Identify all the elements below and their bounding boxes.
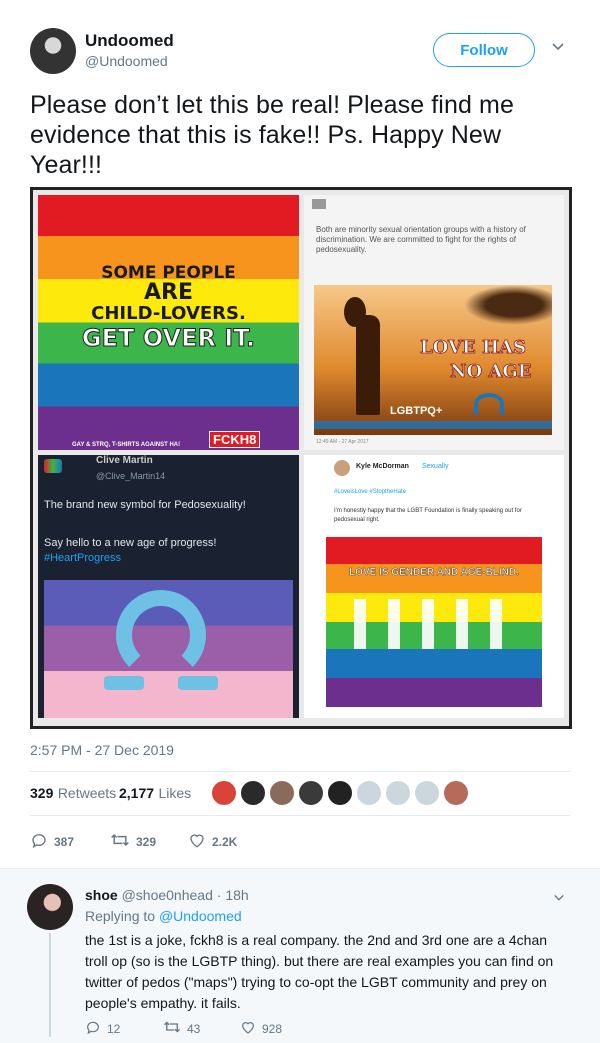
retweet-stat[interactable]: 329 Retweets — [30, 785, 116, 803]
retweet-label: Retweets — [57, 785, 117, 801]
panel1-line4: GET OVER IT. — [81, 324, 256, 353]
heart-icon — [240, 1019, 256, 1038]
reply-section: shoe @shoe0nhead · 18h Replying to @Undo… — [0, 868, 600, 1043]
panel2-text: Both are minority sexual orientation gro… — [316, 225, 526, 254]
reply-count: 387 — [54, 834, 75, 849]
liker-avatar[interactable] — [241, 781, 265, 805]
media-panel-symbol: Clive Martin @Clive_Martin14 The brand n… — [38, 455, 299, 718]
panel1-footer: GAY & STRQ, T-SHIRTS AGAINST HA! — [72, 442, 181, 448]
heart-icon — [188, 831, 206, 852]
reply-time[interactable]: · 18h — [217, 887, 249, 903]
retweet-icon — [163, 1019, 181, 1038]
retweet-action-count: 329 — [136, 834, 157, 849]
reply-retweet-count: 43 — [187, 1021, 201, 1036]
panel3-line2: Say hello to a new age of progress! — [44, 537, 217, 549]
reply-reply-count: 12 — [107, 1021, 121, 1036]
reply-like-count: 928 — [262, 1021, 283, 1036]
panel4-banner: LOVE IS GENDER AND AGE-BLIND. — [349, 567, 519, 578]
panel2-date: 12:49 AM - 27 Apr 2017 — [316, 439, 369, 445]
retweet-action[interactable]: 329 — [110, 831, 156, 852]
panel4-name: Kyle McDorman — [356, 463, 409, 470]
reply-reply-action[interactable]: 12 — [85, 1019, 120, 1038]
panel3-line1: The brand new symbol for Pedosexuality! — [44, 499, 246, 511]
panel3-name: Clive Martin — [96, 455, 153, 466]
retweet-count: 329 — [30, 785, 54, 801]
retweet-icon — [110, 831, 130, 852]
liker-avatar[interactable] — [444, 781, 468, 805]
reply-icon — [85, 1019, 101, 1038]
follow-button[interactable]: Follow — [433, 33, 535, 67]
panel3-hashtag: #HeartProgress — [44, 552, 122, 564]
liker-avatar[interactable] — [270, 781, 294, 805]
replying-to-prefix: Replying to — [85, 908, 156, 924]
media-panel-rainbow: SOME PEOPLE ARE CHILD-LOVERS. GET OVER I… — [38, 195, 299, 450]
panel4-tags: #LoveisLove #StoptheHate — [334, 489, 407, 495]
media-panel-gender-age-blind: Kyle McDorman Sexually #LoveisLove #Stop… — [304, 455, 564, 718]
panel4-sub: Sexually — [422, 463, 449, 470]
author-handle[interactable]: @Undoomed — [85, 53, 168, 69]
tweet-timestamp[interactable]: 2:57 PM - 27 Dec 2019 — [30, 742, 174, 758]
likes-label: Likes — [158, 785, 192, 801]
like-action-count: 2.2K — [212, 834, 238, 849]
tweet-text: Please don’t let this be real! Please fi… — [30, 91, 514, 179]
panel2-banner1: LOVE HAS — [420, 337, 527, 359]
panel2-tag: LGBTPQ+ — [390, 405, 443, 417]
reply-like-action[interactable]: 928 — [240, 1019, 282, 1038]
panel2-banner2: NO AGE — [450, 361, 532, 383]
panel1-line2: ARE — [144, 280, 193, 305]
liker-avatar[interactable] — [212, 781, 236, 805]
thread-line — [49, 933, 51, 1037]
reply-action[interactable]: 387 — [30, 831, 74, 852]
liker-avatars — [212, 781, 468, 805]
panel3-handle: @Clive_Martin14 — [96, 471, 166, 481]
liker-avatar[interactable] — [299, 781, 323, 805]
liker-avatar[interactable] — [357, 781, 381, 805]
panel1-line3: CHILD-LOVERS. — [91, 303, 246, 324]
reply-icon — [30, 831, 48, 852]
liker-avatar[interactable] — [386, 781, 410, 805]
reply-chevron-down-icon[interactable] — [553, 891, 565, 903]
chevron-down-icon[interactable] — [551, 40, 565, 54]
reply-text: the 1st is a joke, fckh8 is a real compa… — [85, 932, 554, 1011]
media-panel-love-has-no-age: Both are minority sexual orientation gro… — [304, 195, 564, 450]
like-action[interactable]: 2.2K — [188, 831, 237, 852]
liker-avatar[interactable] — [328, 781, 352, 805]
panel1-brand: FCKH8 — [209, 431, 261, 448]
liker-avatar[interactable] — [415, 781, 439, 805]
reply-retweet-action[interactable]: 43 — [163, 1019, 200, 1038]
likes-stat[interactable]: 2,177 Likes — [119, 785, 191, 803]
reply-avatar[interactable] — [27, 884, 73, 930]
reply-author-name[interactable]: shoe — [85, 887, 118, 903]
author-name[interactable]: Undoomed — [85, 31, 174, 51]
omega-symbol-icon — [116, 590, 206, 680]
author-avatar[interactable] — [30, 28, 76, 74]
reply-author-handle[interactable]: @shoe0nhead — [122, 887, 213, 903]
replying-to-link[interactable]: @Undoomed — [159, 908, 242, 924]
likes-count: 2,177 — [119, 785, 155, 801]
divider — [30, 771, 570, 772]
tweet-media[interactable]: SOME PEOPLE ARE CHILD-LOVERS. GET OVER I… — [30, 187, 572, 729]
divider — [30, 815, 570, 816]
panel4-text: I'm honestly happy that the LGBT Foundat… — [334, 508, 522, 523]
